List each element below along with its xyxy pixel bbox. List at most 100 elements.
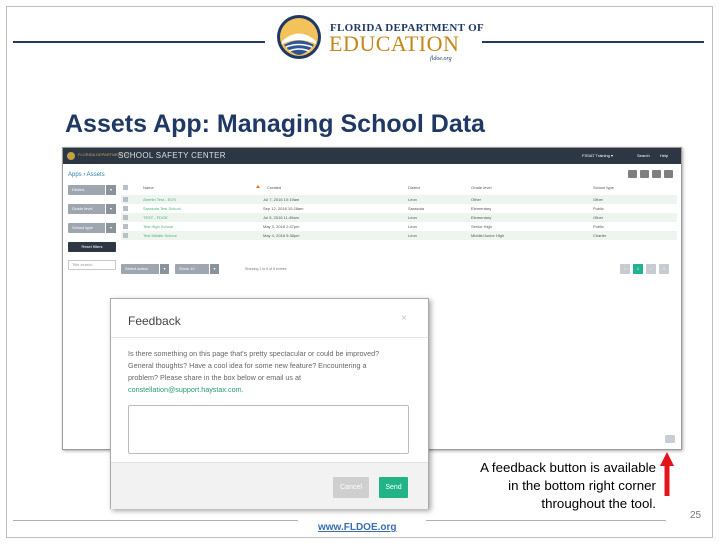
row-type: Public (593, 224, 604, 229)
callout-line: in the bottom right corner (508, 478, 656, 493)
modal-body: Is there something on this page that's p… (128, 348, 420, 396)
filter-grade-level[interactable]: Grade level ▾ (68, 204, 116, 214)
col-name[interactable]: Name (143, 185, 154, 190)
select-all-checkbox[interactable] (123, 185, 128, 190)
app-logo: FLORIDA DEPARTMENT OF (66, 151, 130, 161)
settings-icon[interactable] (664, 170, 673, 178)
chevron-down-icon: ▾ (105, 204, 116, 214)
sort-arrow-icon (256, 185, 260, 188)
filter-grade-label: Grade level (72, 206, 93, 211)
modal-divider (111, 337, 428, 338)
filter-district[interactable]: District ▾ (68, 185, 116, 195)
export-icon[interactable] (652, 170, 661, 178)
row-checkbox[interactable] (123, 197, 128, 202)
feedback-modal: Feedback × Is there something on this pa… (110, 298, 429, 509)
menu-search[interactable]: Search (637, 153, 650, 158)
row-checkbox[interactable] (123, 224, 128, 229)
app-top-bar: FLORIDA DEPARTMENT OF SCHOOL SAFETY CENT… (63, 148, 681, 164)
cancel-button[interactable]: Cancel (333, 477, 369, 498)
row-grade: Senior High (471, 224, 492, 229)
chevron-down-icon: ▾ (105, 223, 116, 233)
footer-url-link[interactable]: www.FLDOE.org (318, 522, 397, 533)
row-grade: Other (471, 197, 482, 202)
row-created: May 3, 2018 2:47pm (263, 224, 300, 229)
close-icon[interactable]: × (401, 313, 407, 324)
reset-filters-button[interactable]: Reset filters (68, 242, 116, 252)
page-prev[interactable]: ‹ (620, 264, 630, 274)
row-district: Leon (408, 197, 417, 202)
col-school-type[interactable]: School type (593, 185, 614, 190)
logo-line-3: fldoe.org (430, 56, 452, 62)
row-created: Jul 5, 2016 11:49am (263, 215, 299, 220)
arrow-up-icon (660, 452, 674, 496)
row-checkbox[interactable] (123, 206, 128, 211)
title-search-input[interactable]: Title search (68, 260, 116, 270)
footer-rule-left (13, 520, 298, 521)
send-button[interactable]: Send (379, 477, 408, 498)
footer-rule-right (426, 520, 666, 521)
page-next[interactable]: › (646, 264, 656, 274)
menu-help[interactable]: Help (660, 153, 668, 158)
row-checkbox[interactable] (123, 215, 128, 220)
callout-line: A feedback button is available (480, 460, 656, 475)
florida-seal-icon (277, 15, 321, 59)
select-action-dropdown[interactable]: Select action ▾ (121, 264, 169, 274)
row-created: May 4, 2018 5:38pm (263, 233, 300, 238)
page-last[interactable]: » (659, 264, 669, 274)
row-grade: Elementary (471, 206, 492, 211)
add-icon[interactable] (628, 170, 637, 178)
chevron-down-icon: ▾ (105, 185, 116, 195)
row-grade: Elementary (471, 215, 492, 220)
callout-line: throughout the tool. (541, 496, 656, 511)
chevron-down-icon: ▾ (209, 264, 219, 274)
page-size-label: Show 10 (179, 266, 195, 271)
row-name[interactable]: Test High School (143, 224, 173, 229)
filter-district-label: District (72, 187, 85, 192)
col-grade-level[interactable]: Grade level (471, 185, 491, 190)
row-district: Leon (408, 233, 417, 238)
row-name[interactable]: Sarasota Test School (143, 206, 181, 211)
table-row[interactable]: Test Middle School May 4, 2018 5:38pm Le… (121, 231, 677, 240)
row-type: Other (593, 215, 604, 220)
row-name[interactable]: Abertin Test - EOS (143, 197, 176, 202)
page-1[interactable]: 1 (633, 264, 643, 274)
row-district: Leon (408, 215, 417, 220)
row-created: Jul 7, 2016 10:19am (263, 197, 300, 202)
table-row[interactable]: Test High School May 3, 2018 2:47pm Leon… (121, 222, 677, 231)
filter-school-type[interactable]: School type ▾ (68, 223, 116, 233)
modal-body-line: General thoughts? Have a cool idea for s… (128, 361, 367, 370)
edit-icon[interactable] (640, 170, 649, 178)
filter-type-label: School type (72, 225, 93, 230)
slide: FLORIDA DEPARTMENT OF EDUCATION fldoe.or… (0, 0, 719, 544)
modal-title: Feedback (128, 314, 181, 328)
col-district[interactable]: District (408, 185, 420, 190)
feedback-textarea[interactable] (128, 405, 409, 454)
row-type: Charter (593, 233, 607, 238)
row-district: Leon (408, 224, 417, 229)
row-name[interactable]: Test Middle School (143, 233, 177, 238)
table-row[interactable]: Sarasota Test School Sep 12, 2016 10:28a… (121, 204, 677, 213)
row-name[interactable]: TEST - FDOE (143, 215, 168, 220)
row-type: Public (593, 206, 604, 211)
app-logo-seal-icon (66, 151, 76, 161)
row-created: Sep 12, 2016 10:28am (263, 206, 304, 211)
showing-entries: Showing 1 to 5 of 5 entries (245, 267, 287, 271)
feedback-button[interactable] (665, 435, 675, 443)
app-name: SCHOOL SAFETY CENTER (118, 151, 226, 160)
row-checkbox[interactable] (123, 233, 128, 238)
page-size-dropdown[interactable]: Show 10 ▾ (175, 264, 219, 274)
row-district: Sarasota (408, 206, 425, 211)
support-email-link[interactable]: constellation@support.haystax.com. (128, 384, 420, 396)
header-rule-right (482, 41, 704, 43)
table-row[interactable]: TEST - FDOE Jul 5, 2016 11:49am Leon Ele… (121, 213, 677, 222)
modal-body-line: Is there something on this page that's p… (128, 349, 380, 358)
chevron-down-icon: ▾ (159, 264, 169, 274)
header-rule-left (13, 41, 265, 43)
modal-body-line: problem? Please share in the box below o… (128, 373, 301, 382)
table-row[interactable]: Abertin Test - EOS Jul 7, 2016 10:19am L… (121, 195, 677, 204)
breadcrumb[interactable]: Apps › Assets (68, 172, 105, 178)
feedback-callout: A feedback button is available in the bo… (420, 459, 656, 513)
logo-line-2: EDUCATION (329, 31, 460, 56)
menu-training[interactable]: FSSAT Training ▾ (582, 153, 613, 158)
col-created[interactable]: Created (267, 185, 281, 190)
